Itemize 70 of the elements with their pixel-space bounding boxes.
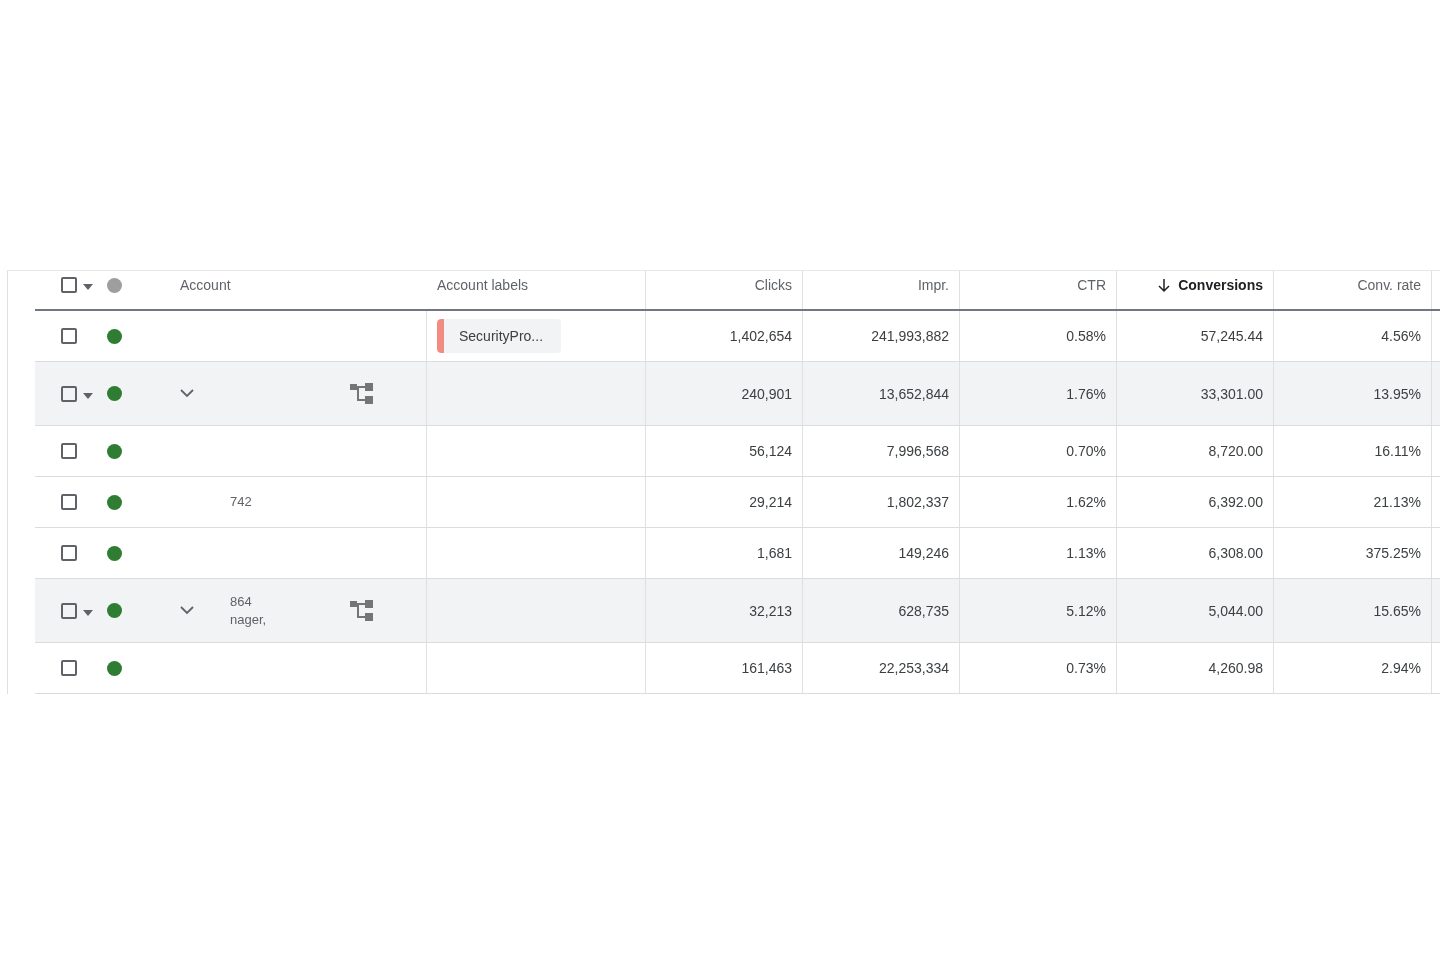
- status-dot: [107, 494, 122, 510]
- table-cell: 6,308.00: [1208, 545, 1263, 561]
- table-cell: 0.73%: [1066, 660, 1106, 676]
- column-header[interactable]: Clicks: [754, 277, 792, 293]
- column-header[interactable]: Account: [180, 277, 231, 293]
- table-cell: 1.76%: [1066, 385, 1106, 402]
- table-cell: 1.13%: [1066, 545, 1106, 561]
- account-name-fragment: 742: [230, 493, 252, 511]
- table-cell: 56,124: [749, 443, 792, 459]
- table-cell: 33,301.00: [1200, 385, 1263, 402]
- status-dot[interactable]: [107, 277, 122, 293]
- row-checkbox[interactable]: [61, 545, 77, 561]
- table-cell: 1,802,337: [886, 494, 949, 510]
- table-cell: 0.70%: [1066, 443, 1106, 459]
- table-cell: 1,402,654: [729, 328, 792, 344]
- column-header[interactable]: CTR: [1077, 277, 1106, 293]
- status-dot: [107, 386, 122, 401]
- sort-down-arrow-icon: [1158, 279, 1171, 293]
- table-cell: 6,392.00: [1208, 494, 1263, 510]
- hierarchy-icon[interactable]: [350, 598, 376, 623]
- table-cell: 22,253,334: [878, 660, 949, 676]
- select-all-checkbox[interactable]: [61, 277, 77, 293]
- table-cell: 240,901: [741, 385, 792, 402]
- chevron-down-icon[interactable]: [180, 606, 194, 615]
- row-checkbox[interactable]: [61, 660, 77, 676]
- table-cell: 1.62%: [1066, 494, 1106, 510]
- table-cell: 4.56%: [1381, 328, 1421, 344]
- status-dot: [107, 660, 122, 676]
- table-cell: 32,213: [749, 602, 792, 619]
- status-dot: [107, 545, 122, 561]
- status-dot: [107, 328, 122, 344]
- caret-icon[interactable]: [83, 284, 93, 290]
- column-header[interactable]: Account labels: [437, 277, 529, 293]
- table-cell: 15.65%: [1373, 602, 1421, 619]
- caret-icon[interactable]: [83, 392, 93, 399]
- row-checkbox[interactable]: [61, 385, 77, 402]
- table-cell: 21.13%: [1373, 494, 1421, 510]
- table-cell: 628,735: [898, 602, 949, 619]
- table-cell: 241,993,882: [871, 328, 949, 344]
- table-cell: 2.94%: [1381, 660, 1421, 676]
- table-cell: 57,245.44: [1200, 328, 1263, 344]
- table-cell: 0.58%: [1066, 328, 1106, 344]
- row-checkbox[interactable]: [61, 328, 77, 344]
- table-cell: 16.11%: [1374, 443, 1421, 459]
- column-header[interactable]: Conversions: [1178, 277, 1263, 293]
- row-checkbox[interactable]: [61, 602, 77, 619]
- table-cell: 4,260.98: [1208, 660, 1263, 676]
- table-cell: 5,044.00: [1208, 602, 1263, 619]
- table-cell: 149,246: [898, 545, 949, 561]
- account-name-fragment: 864: [230, 592, 253, 611]
- hierarchy-icon[interactable]: [350, 381, 376, 406]
- table-cell: 29,214: [749, 494, 792, 510]
- account-label-chip[interactable]: SecurityPro...: [437, 319, 562, 353]
- table-cell: 5.12%: [1066, 602, 1106, 619]
- account-name-fragment: nager,: [230, 610, 267, 629]
- table-cell: 161,463: [741, 660, 792, 676]
- table-cell: 1,681: [756, 545, 792, 561]
- table-cell: 7,996,568: [886, 443, 949, 459]
- column-header[interactable]: Impr.: [917, 277, 949, 293]
- chevron-down-icon[interactable]: [180, 389, 194, 398]
- table-cell: 13.95%: [1373, 385, 1421, 402]
- row-checkbox[interactable]: [61, 443, 77, 459]
- table-cell: 375.25%: [1365, 545, 1421, 561]
- row-checkbox[interactable]: [61, 494, 77, 510]
- caret-icon[interactable]: [83, 609, 93, 616]
- status-dot: [107, 443, 122, 459]
- table-cell: 13,652,844: [878, 385, 949, 402]
- table-cell: 8,720.00: [1208, 443, 1263, 459]
- status-dot: [107, 603, 122, 618]
- column-header[interactable]: Conv. rate: [1357, 277, 1421, 293]
